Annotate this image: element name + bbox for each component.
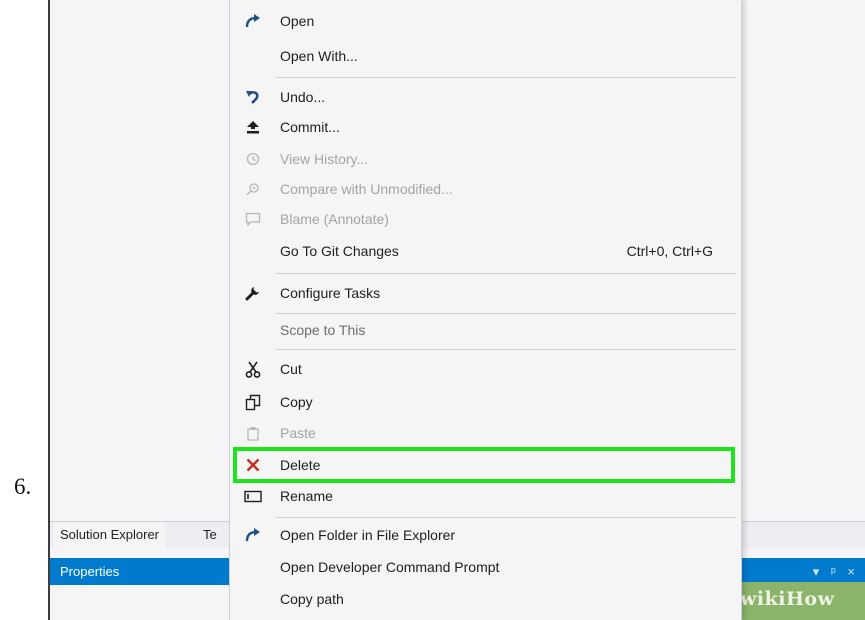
context-menu: Open Open With... Undo... Commit... View… (229, 0, 742, 620)
menu-item-copy-path[interactable]: Copy path (230, 583, 741, 615)
menu-separator (276, 517, 736, 518)
tab-solution-explorer[interactable]: Solution Explorer (54, 522, 165, 548)
undo-icon (230, 81, 276, 113)
menu-label: View History... (280, 151, 369, 167)
copy-icon (230, 386, 276, 418)
watermark-text: wikiHow (740, 588, 835, 610)
menu-item-open[interactable]: Open (230, 5, 741, 37)
redo-arrow-icon (230, 5, 276, 37)
menu-label: Blame (Annotate) (280, 211, 389, 227)
menu-item-rename[interactable]: Rename (230, 480, 741, 512)
wrench-icon (230, 277, 276, 309)
menu-separator (276, 273, 736, 274)
menu-item-paste[interactable]: Paste (230, 417, 741, 449)
menu-label: Open (280, 13, 315, 29)
menu-label: Configure Tasks (280, 285, 381, 301)
panel-window-controls[interactable]: ▾ ᵖ × (813, 558, 859, 585)
menu-item-compare-unmodified[interactable]: Compare with Unmodified... (230, 173, 741, 205)
menu-label: Rename (280, 488, 333, 504)
menu-item-open-folder-explorer[interactable]: Open Folder in File Explorer (230, 519, 741, 551)
menu-label: Paste (280, 425, 316, 441)
rename-icon (230, 480, 276, 512)
menu-label: Copy (280, 394, 313, 410)
menu-item-copy[interactable]: Copy (230, 386, 741, 418)
menu-label: Open With... (280, 48, 358, 64)
delete-highlight-box (233, 447, 735, 483)
menu-item-blame[interactable]: Blame (Annotate) (230, 203, 741, 235)
compare-icon (230, 173, 276, 205)
menu-shortcut: Ctrl+0, Ctrl+G (626, 243, 713, 259)
tab-team-explorer[interactable]: Te (203, 522, 229, 548)
menu-label: Open Developer Command Prompt (280, 559, 500, 575)
menu-item-configure-tasks[interactable]: Configure Tasks (230, 277, 741, 309)
menu-label: Scope to This (280, 322, 366, 338)
menu-label: Undo... (280, 89, 326, 105)
scissors-icon (230, 353, 276, 385)
menu-label: Go To Git Changes (280, 243, 399, 259)
menu-item-commit[interactable]: Commit... (230, 111, 741, 143)
redo-arrow-icon (230, 519, 276, 551)
menu-label: Compare with Unmodified... (280, 181, 453, 197)
comment-icon (230, 203, 276, 235)
menu-label: Copy path (280, 591, 344, 607)
menu-item-view-history[interactable]: View History... (230, 143, 741, 175)
paste-icon (230, 417, 276, 449)
menu-item-go-to-git-changes[interactable]: Go To Git Changes Ctrl+0, Ctrl+G (230, 235, 741, 267)
menu-separator (276, 77, 736, 78)
menu-label: Commit... (280, 119, 340, 135)
properties-title: Properties (60, 564, 120, 579)
menu-item-scope-to-this[interactable]: Scope to This (230, 314, 741, 346)
menu-item-undo[interactable]: Undo... (230, 81, 741, 113)
menu-item-open-with[interactable]: Open With... (230, 40, 741, 72)
upload-icon (230, 111, 276, 143)
menu-label: Open Folder in File Explorer (280, 527, 456, 543)
menu-separator (276, 349, 736, 350)
history-icon (230, 143, 276, 175)
menu-item-cut[interactable]: Cut (230, 353, 741, 385)
menu-item-open-dev-command-prompt[interactable]: Open Developer Command Prompt (230, 551, 741, 583)
step-number: 6. (14, 474, 32, 499)
menu-label: Cut (280, 361, 302, 377)
